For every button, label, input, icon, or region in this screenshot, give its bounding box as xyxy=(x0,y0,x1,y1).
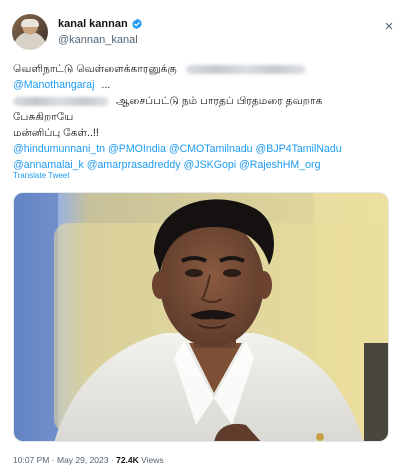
tweet-line-3: ஆசைப்பட்டு நம் பாரதப் பிரதமரை தவறாக xyxy=(13,93,403,109)
tweet-text: வெளிநாட்டு வெள்ளைக்காரனுக்கு @Manothanga… xyxy=(13,61,403,173)
tweet-header: kanal kannan @kannan_kanal × xyxy=(12,12,404,52)
verified-badge-icon xyxy=(131,18,142,30)
author-info: kanal kannan @kannan_kanal xyxy=(58,16,143,48)
tweet-time[interactable]: 10:07 PM xyxy=(13,455,49,465)
views-count: 72.4K xyxy=(116,455,139,465)
mentions-row-2: @annamalai_k @amarprasadreddy @JSKGopi @… xyxy=(13,157,403,173)
mention-link[interactable]: @amarprasadreddy xyxy=(87,159,181,171)
tweet-line-4: பேசுகிறாயே xyxy=(13,111,74,123)
tweet-meta: 10:07 PM · May 29, 2023 · 72.4K Views xyxy=(13,455,164,465)
ellipsis-text: ... xyxy=(101,79,111,91)
tweet-date[interactable]: May 29, 2023 xyxy=(57,455,109,465)
close-icon[interactable]: × xyxy=(380,18,398,36)
tweet-line-5: மன்னிப்பு கேள்..!! xyxy=(13,127,99,139)
handle[interactable]: @kannan_kanal xyxy=(58,32,143,48)
mention-link[interactable]: @JSKGopi xyxy=(184,159,237,171)
avatar[interactable] xyxy=(12,14,48,50)
separator: · xyxy=(51,455,55,465)
mention-link[interactable]: @BJP4TamilNadu xyxy=(256,143,342,155)
translate-tweet-link[interactable]: Translate Tweet xyxy=(13,171,69,180)
mention-link[interactable]: @Manothangaraj xyxy=(13,79,94,91)
photo-of-man-icon xyxy=(14,193,388,441)
tweet-text-segment: ஆசைப்பட்டு நம் பாரதப் பிரதமரை தவறாக xyxy=(115,95,323,107)
mention-link[interactable]: @hindumunnani_tn xyxy=(13,143,105,155)
tweet-text-segment: வெளிநாட்டு வெள்ளைக்காரனுக்கு xyxy=(13,63,177,75)
redacted-text xyxy=(13,96,109,106)
mentions-row-1: @hindumunnani_tn @PMOIndia @CMOTamilnadu… xyxy=(13,141,403,157)
mention-link[interactable]: @annamalai_k xyxy=(13,159,84,171)
display-name-row: kanal kannan xyxy=(58,16,143,32)
tweet-line-2: @Manothangaraj ... xyxy=(13,77,403,93)
mention-link[interactable]: @PMOIndia xyxy=(108,143,166,155)
mention-link[interactable]: @RajeshHM_org xyxy=(239,159,320,171)
tweet-line-1: வெளிநாட்டு வெள்ளைக்காரனுக்கு xyxy=(13,61,403,77)
tweet-card: kanal kannan @kannan_kanal × வெளிநாட்டு … xyxy=(0,0,416,472)
redacted-text xyxy=(185,64,306,74)
display-name[interactable]: kanal kannan xyxy=(58,16,128,32)
views-label: Views xyxy=(141,455,164,465)
tweet-media-photo[interactable] xyxy=(13,192,389,442)
mention-link[interactable]: @CMOTamilnadu xyxy=(169,143,253,155)
separator: · xyxy=(110,455,114,465)
